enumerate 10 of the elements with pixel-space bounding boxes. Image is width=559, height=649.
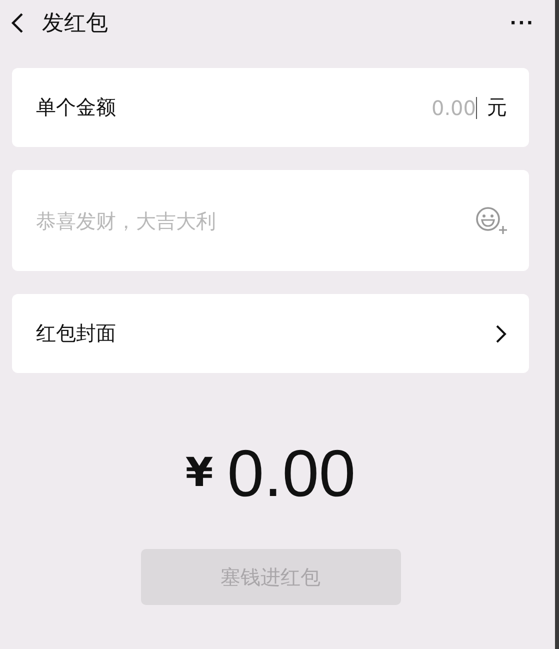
chevron-right-icon — [495, 324, 507, 344]
total-amount: 0.00 — [227, 435, 356, 511]
amount-label: 单个金额 — [36, 94, 116, 121]
unit-label: 元 — [487, 94, 507, 121]
page-title: 发红包 — [42, 10, 108, 38]
cover-label: 红包封面 — [36, 320, 116, 347]
cover-row[interactable]: 红包封面 — [12, 294, 529, 373]
currency-symbol: ¥ — [185, 450, 214, 496]
more-button[interactable]: ··· — [502, 10, 543, 36]
back-icon[interactable] — [10, 12, 24, 34]
